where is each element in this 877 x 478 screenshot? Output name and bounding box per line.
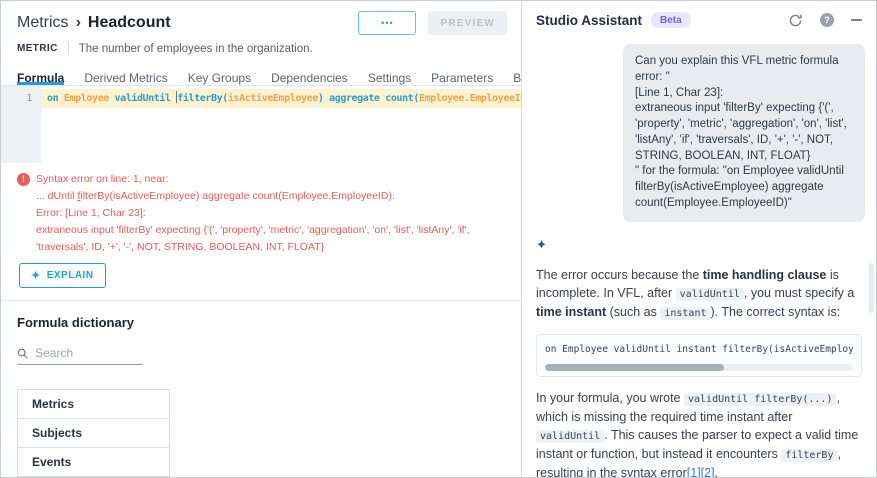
text-segment: (such as	[606, 305, 660, 319]
text-segment: .	[715, 466, 718, 477]
breadcrumb-separator-icon: ›	[76, 14, 81, 32]
tab-basics[interactable]: Basics	[513, 65, 521, 85]
code-token: isActiveEmployee	[228, 93, 318, 104]
line-number: 1	[26, 93, 32, 104]
code-token: aggregate count(	[329, 93, 419, 104]
assistant-paragraph: In your formula, you wrote validUntil fi…	[536, 389, 862, 477]
search-field[interactable]	[17, 346, 143, 365]
text-segment: , you must specify a	[744, 286, 854, 300]
explain-button-label: EXPLAIN	[47, 270, 94, 281]
page-title: Headcount	[88, 14, 171, 32]
code-line: on Employee validUntil filterBy(isActive…	[41, 89, 521, 108]
error-location: Error: [Line 1, Char 23]:	[36, 205, 505, 222]
metric-description: The number of employees in the organizat…	[79, 43, 313, 55]
text-segment: The error occurs because the	[536, 268, 703, 282]
metric-meta-row: METRIC The number of employees in the or…	[17, 42, 507, 55]
inline-code: validUntil filterBy(...)	[684, 393, 837, 406]
bold-text: time handling clause	[703, 268, 827, 282]
error-detail: extraneous input 'filterBy' expecting {'…	[36, 222, 505, 256]
app-window: Metrics › Headcount ••• PREVIEW METRIC T…	[0, 0, 877, 478]
assistant-header: Studio Assistant Beta ?	[522, 1, 876, 28]
code-token: filterBy(	[177, 93, 228, 104]
tab-bar: Formula Derived Metrics Key Groups Dependen…	[1, 65, 521, 86]
error-context: ... dUntil filterBy(isActiveEmployee) ag…	[36, 188, 505, 205]
editor-gutter: 1	[1, 86, 41, 163]
tab-dependencies[interactable]: Dependencies	[271, 65, 348, 85]
beta-badge: Beta	[651, 12, 691, 28]
syntax-error-block: ! Syntax error on line: 1, near: ... dUn…	[1, 163, 521, 288]
search-icon	[17, 347, 28, 360]
tab-key-groups[interactable]: Key Groups	[188, 65, 251, 85]
code-snippet[interactable]: on Employee validUntil instant filterBy(…	[536, 334, 862, 377]
horizontal-scrollbar[interactable]	[545, 364, 853, 371]
bold-text: time instant	[536, 305, 606, 319]
inline-code: validUntil	[676, 288, 744, 301]
explain-button[interactable]: ✦ EXPLAIN	[19, 263, 106, 288]
editor-code-area[interactable]: on Employee validUntil filterBy(isActive…	[41, 86, 521, 163]
inline-code: instant	[660, 307, 710, 320]
code-token: Employee.EmployeeID	[419, 93, 521, 104]
code-token: on	[47, 93, 64, 104]
panel-scrollbar-thumb[interactable]	[869, 263, 874, 313]
help-icon[interactable]: ?	[820, 13, 834, 27]
code-snippet-text: on Employee validUntil instant filterBy(…	[545, 344, 853, 355]
tab-formula[interactable]: Formula	[17, 65, 64, 85]
user-message-bubble: Can you explain this VFL metric formula …	[623, 44, 865, 222]
code-token: )	[318, 93, 329, 104]
error-context-prefix: ... dUntil	[36, 190, 77, 202]
section-title: Formula dictionary	[17, 315, 505, 330]
assistant-sparkle-icon: ✦	[536, 237, 547, 252]
refresh-icon[interactable]	[788, 13, 803, 28]
text-segment: ). The correct syntax is:	[711, 305, 841, 319]
tab-parameters[interactable]: Parameters	[431, 65, 493, 85]
error-icon: !	[17, 173, 30, 186]
formula-editor[interactable]: 1 on Employee validUntil filterBy(isActi…	[1, 86, 521, 163]
minimize-icon[interactable]	[851, 19, 862, 21]
tab-derived-metrics[interactable]: Derived Metrics	[84, 65, 167, 85]
citation-link[interactable]: [2]	[701, 466, 715, 477]
search-input[interactable]	[35, 346, 143, 360]
error-context-rest: ilterBy(isActiveEmployee) aggregate coun…	[80, 190, 395, 202]
scrollbar-thumb[interactable]	[545, 364, 724, 371]
inline-code: validUntil	[536, 430, 604, 443]
breadcrumb-metrics[interactable]: Metrics	[17, 14, 69, 32]
citation-link[interactable]: [1]	[687, 466, 701, 477]
dictionary-list: MetricsSubjectsEvents	[17, 389, 170, 477]
dictionary-item-events[interactable]: Events	[18, 448, 169, 476]
sparkle-icon: ✦	[31, 269, 41, 282]
metric-type-label: METRIC	[17, 43, 58, 54]
studio-assistant-panel: Studio Assistant Beta ? Can you explain …	[522, 1, 876, 477]
divider	[68, 42, 69, 55]
metric-header: Metrics › Headcount ••• PREVIEW METRIC T…	[1, 1, 521, 55]
assistant-paragraph: The error occurs because the time handli…	[536, 266, 862, 322]
preview-button[interactable]: PREVIEW	[428, 11, 507, 35]
header-actions: ••• PREVIEW	[358, 11, 507, 35]
inline-code: filterBy	[781, 449, 837, 462]
text-segment: In your formula, you wrote	[536, 391, 684, 405]
code-token: Employee	[64, 93, 109, 104]
more-options-button[interactable]: •••	[358, 11, 416, 35]
tab-settings[interactable]: Settings	[368, 65, 411, 85]
code-token: validUntil	[114, 93, 176, 104]
formula-dictionary-section: Formula dictionary MetricsSubjectsEvents	[1, 301, 521, 477]
panel-title: Studio Assistant	[536, 13, 642, 28]
breadcrumb: Metrics › Headcount	[17, 14, 171, 32]
metric-editor-panel: Metrics › Headcount ••• PREVIEW METRIC T…	[1, 1, 522, 477]
dictionary-item-metrics[interactable]: Metrics	[18, 390, 169, 419]
dictionary-item-subjects[interactable]: Subjects	[18, 419, 169, 448]
error-title: Syntax error on line: 1, near:	[36, 171, 169, 188]
